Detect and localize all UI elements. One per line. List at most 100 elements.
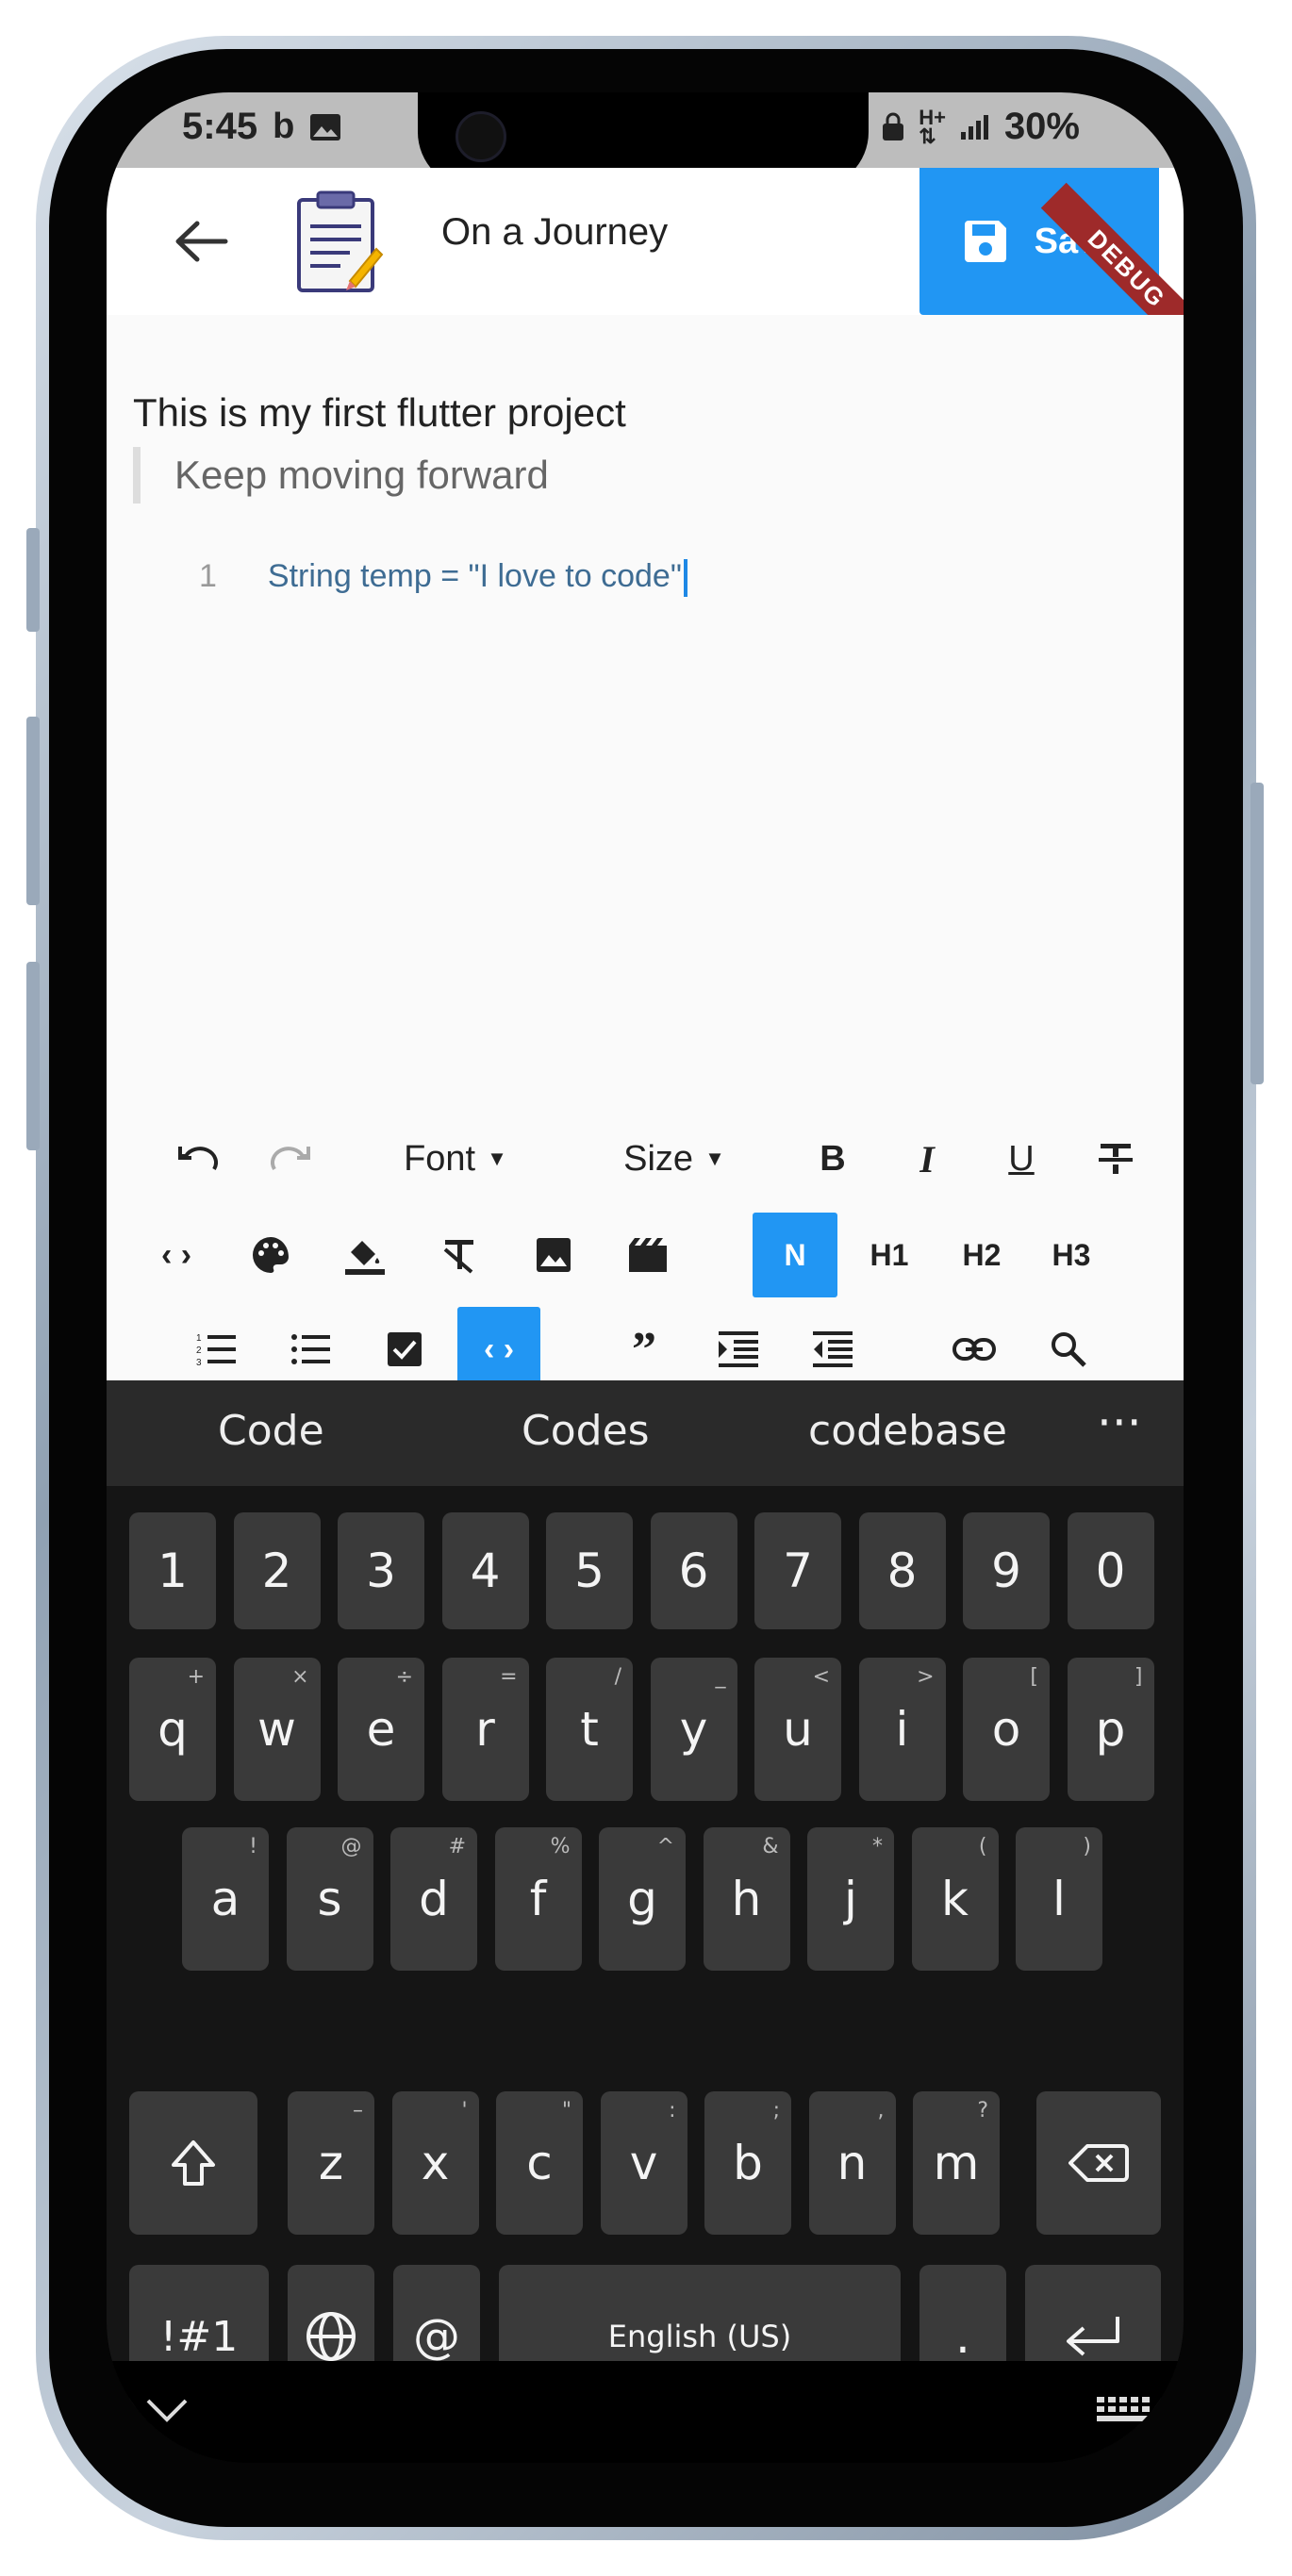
app-bar: On a Journey Save DEBUG (107, 168, 1184, 355)
paragraph-text[interactable]: This is my first flutter project (133, 390, 626, 436)
key-f-label: f (529, 1872, 547, 1926)
code-block-line[interactable]: 1 String temp = "I love to code" (199, 558, 687, 598)
key-p-hint: ] (1134, 1665, 1143, 1689)
keyboard-switch-icon[interactable] (1097, 2397, 1151, 2427)
bold-icon: B (820, 1138, 846, 1179)
key-b[interactable]: b; (704, 2091, 791, 2235)
key-v[interactable]: v: (600, 2091, 687, 2235)
bold-button[interactable]: B (795, 1116, 870, 1201)
key-c[interactable]: c " (496, 2091, 583, 2235)
insert-image-button[interactable] (516, 1213, 591, 1297)
undo-button[interactable] (159, 1116, 235, 1201)
note-title[interactable]: On a Journey (441, 211, 668, 254)
key-n-label: n (836, 2136, 868, 2190)
search-button[interactable] (1031, 1307, 1106, 1392)
key-k[interactable]: k( (911, 1827, 999, 1971)
key-q[interactable]: q + (129, 1658, 216, 1801)
key-7[interactable]: 7 (754, 1512, 841, 1629)
key-e-hint: ÷ (395, 1665, 413, 1689)
key-5[interactable]: 5 (546, 1512, 633, 1629)
key-l[interactable]: l) (1016, 1827, 1102, 1971)
key-w[interactable]: w × (233, 1658, 321, 1801)
key-f-hint: % (550, 1835, 571, 1858)
background-color-button[interactable] (327, 1213, 403, 1297)
key-h[interactable]: h & (703, 1827, 790, 1971)
key-v-hint: : (669, 2099, 676, 2122)
key-d[interactable]: d # (390, 1827, 477, 1971)
code-block-button[interactable]: ‹ › (457, 1307, 540, 1392)
key-4[interactable]: 4 (441, 1512, 529, 1629)
block-quote[interactable]: Keep moving forward (133, 447, 549, 504)
suggestion-3[interactable]: codebase (808, 1407, 1007, 1455)
more-options-icon[interactable]: ··· (1097, 1395, 1142, 1450)
movie-icon (629, 1238, 667, 1272)
italic-button[interactable]: I (889, 1116, 965, 1201)
key-o[interactable]: o[ (963, 1658, 1050, 1801)
key-1[interactable]: 1 (129, 1512, 216, 1629)
key-m[interactable]: m? (913, 2091, 1000, 2235)
heading1-button[interactable]: H1 (847, 1213, 932, 1297)
bullet-list-button[interactable] (273, 1307, 348, 1392)
key-i[interactable]: i > (858, 1658, 946, 1801)
back-button[interactable] (163, 204, 239, 279)
key-p[interactable]: p] (1067, 1658, 1154, 1801)
key-u[interactable]: u < (754, 1658, 841, 1801)
outdent-button[interactable] (795, 1307, 870, 1392)
key-8[interactable]: 8 (858, 1512, 946, 1629)
underline-button[interactable]: U (984, 1116, 1059, 1201)
key-j[interactable]: j * (807, 1827, 894, 1971)
checklist-button[interactable] (367, 1307, 442, 1392)
indent-button[interactable] (701, 1307, 776, 1392)
key-9[interactable]: 9 (963, 1512, 1050, 1629)
key-2[interactable]: 2 (233, 1512, 321, 1629)
key-x[interactable]: x ' (391, 2091, 479, 2235)
key-a-label: a (210, 1872, 240, 1926)
hide-keyboard-chevron-icon[interactable] (144, 2397, 190, 2425)
clear-format-button[interactable] (422, 1213, 497, 1297)
text-color-button[interactable] (233, 1213, 308, 1297)
insert-video-button[interactable] (610, 1213, 686, 1297)
heading3-button[interactable]: H3 (1029, 1213, 1114, 1297)
inline-code-button[interactable]: ‹ › (139, 1213, 214, 1297)
key-m-hint: ? (977, 2099, 988, 2122)
key-f[interactable]: f% (494, 1827, 582, 1971)
key-y[interactable]: y _ (650, 1658, 737, 1801)
caret-down-icon: ▼ (487, 1147, 507, 1170)
suggestion-1[interactable]: Code (218, 1407, 324, 1455)
space-key-label: English (US) (607, 2319, 792, 2354)
globe-icon (306, 2312, 356, 2361)
key-3[interactable]: 3 (338, 1512, 424, 1629)
key-s[interactable]: s @ (286, 1827, 373, 1971)
data-icon: H+ ⇅ (919, 105, 946, 148)
strikethrough-button[interactable] (1078, 1116, 1153, 1201)
keyboard-nav-bar (107, 2361, 1184, 2463)
key-g-hint: ^ (656, 1835, 674, 1858)
key-a[interactable]: a! (182, 1827, 269, 1971)
heading2-label: H2 (962, 1237, 1002, 1272)
key-v-label: v (629, 2136, 658, 2190)
shift-key[interactable] (129, 2091, 257, 2235)
size-dropdown[interactable]: Size ▼ (599, 1116, 750, 1201)
normal-style-button[interactable]: N (753, 1213, 837, 1297)
key-e[interactable]: e ÷ (338, 1658, 424, 1801)
period-key-label: . (955, 2309, 970, 2364)
key-g[interactable]: g ^ (599, 1827, 686, 1971)
key-n[interactable]: n, (808, 2091, 896, 2235)
palette-icon (253, 1237, 289, 1273)
redo-button[interactable] (254, 1116, 329, 1201)
blockquote-button[interactable]: ” (606, 1307, 682, 1392)
suggestion-2[interactable]: Codes (522, 1407, 650, 1455)
redo-icon (271, 1147, 310, 1171)
key-t[interactable]: t / (546, 1658, 633, 1801)
heading2-button[interactable]: H2 (939, 1213, 1024, 1297)
key-0[interactable]: 0 (1067, 1512, 1154, 1629)
key-z[interactable]: z – (288, 2091, 374, 2235)
insert-link-button[interactable] (936, 1307, 1012, 1392)
key-6[interactable]: 6 (650, 1512, 737, 1629)
ordered-list-button[interactable]: 1 2 3 (178, 1307, 254, 1392)
font-dropdown[interactable]: Font ▼ (380, 1116, 531, 1201)
backspace-key[interactable] (1036, 2091, 1161, 2235)
rich-text-editor[interactable]: This is my first flutter project Keep mo… (107, 315, 1184, 1392)
key-r[interactable]: r = (441, 1658, 529, 1801)
key-j-label: j (844, 1872, 857, 1926)
